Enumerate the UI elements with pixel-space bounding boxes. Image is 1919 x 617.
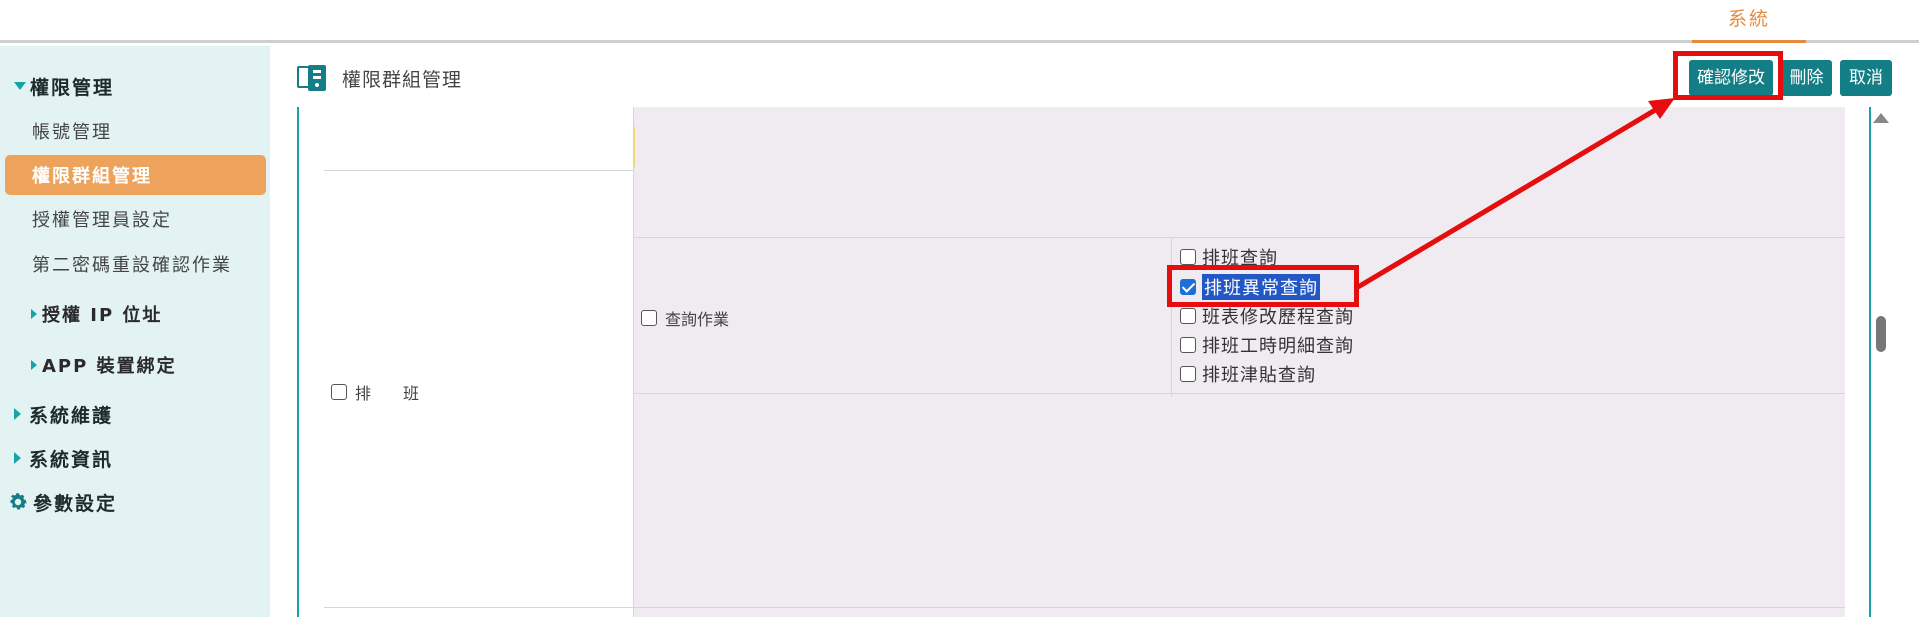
option-label: 班表修改歷程查詢 [1202, 307, 1354, 328]
sidebar-group-info[interactable]: 系統資訊 [14, 438, 113, 478]
sidebar-item-label: 權限管理 [30, 76, 115, 99]
sidebar-item-second-password[interactable]: 第二密碼重設確認作業 [32, 244, 232, 284]
cell-marker [633, 127, 635, 167]
chevron-right-icon [31, 360, 37, 370]
option-label: 排班異常查詢 [1202, 274, 1320, 300]
sidebar-item-permission-group[interactable]: 權限群組管理 [5, 155, 266, 195]
chevron-right-icon [31, 309, 37, 319]
option-checkbox[interactable] [1180, 308, 1196, 324]
scrollbar-thumb[interactable] [1876, 316, 1886, 352]
sidebar-item-app-device[interactable]: APP 裝置綁定 [31, 345, 177, 385]
function-row-query[interactable]: 查詢作業 [641, 306, 729, 330]
sidebar-group-permission[interactable]: 權限管理 [14, 66, 114, 106]
delete-button[interactable]: 刪除 [1781, 60, 1832, 96]
column-divider [633, 107, 634, 617]
permission-table [297, 107, 1871, 617]
sidebar-item-label: APP 裝置綁定 [42, 356, 177, 377]
sidebar-item-label: 系統資訊 [29, 448, 114, 471]
option-label: 排班津貼查詢 [1202, 365, 1316, 386]
row-divider [324, 607, 1845, 608]
option-work-hours-query[interactable]: 排班工時明細查詢 [1180, 332, 1354, 358]
chevron-right-icon [14, 408, 21, 420]
sidebar-item-label: 授權 IP 位址 [42, 305, 163, 326]
row-divider [633, 393, 1845, 394]
option-label: 排班工時明細查詢 [1202, 336, 1354, 357]
sidebar-item-label: 系統維護 [29, 404, 114, 427]
tab-system[interactable]: 系統 [1692, 6, 1806, 40]
column-divider [1171, 237, 1172, 397]
page-icon [297, 65, 326, 91]
sidebar: 權限管理 帳號管理 權限群組管理 授權管理員設定 第二密碼重設確認作業 授權 I… [0, 46, 270, 617]
page-title: 權限群組管理 [342, 68, 463, 91]
option-schedule-history-query[interactable]: 班表修改歷程查詢 [1180, 303, 1354, 329]
row-divider [324, 170, 633, 171]
option-allowance-query[interactable]: 排班津貼查詢 [1180, 361, 1316, 387]
sidebar-item-ip[interactable]: 授權 IP 位址 [31, 294, 162, 334]
sidebar-item-label: 第二密碼重設確認作業 [32, 255, 232, 276]
option-checkbox[interactable] [1180, 337, 1196, 353]
chevron-right-icon [14, 452, 21, 464]
cancel-button[interactable]: 取消 [1840, 60, 1892, 96]
sidebar-group-parameters[interactable]: 參數設定 [7, 482, 117, 522]
function-label: 查詢作業 [665, 310, 730, 329]
confirm-edit-button[interactable]: 確認修改 [1689, 60, 1773, 96]
sidebar-item-account[interactable]: 帳號管理 [32, 111, 112, 151]
tab-underline [1692, 40, 1806, 43]
top-bar: 系統 [0, 0, 1919, 43]
page-header: 權限群組管理 [296, 60, 462, 96]
scroll-up-icon[interactable] [1873, 113, 1889, 123]
row-divider [633, 237, 1845, 238]
gear-icon [10, 493, 27, 510]
option-checkbox[interactable] [1180, 249, 1196, 265]
panel-right-border [1869, 107, 1871, 617]
chevron-down-icon [14, 82, 26, 90]
sidebar-item-label: 授權管理員設定 [32, 210, 172, 231]
sidebar-group-maintenance[interactable]: 系統維護 [14, 394, 113, 434]
group-row-scheduling[interactable]: 排 班 [331, 380, 419, 404]
sidebar-item-label: 權限群組管理 [32, 166, 152, 187]
function-checkbox[interactable] [641, 310, 657, 326]
group-checkbox[interactable] [331, 384, 347, 400]
option-schedule-exception-query[interactable]: 排班異常查詢 [1180, 274, 1320, 300]
option-checkbox[interactable] [1180, 366, 1196, 382]
option-schedule-query[interactable]: 排班查詢 [1180, 244, 1278, 270]
sidebar-item-admin-setting[interactable]: 授權管理員設定 [32, 199, 172, 239]
sidebar-item-label: 參數設定 [33, 492, 118, 515]
sidebar-item-label: 帳號管理 [32, 122, 112, 143]
option-checkbox[interactable] [1180, 279, 1196, 295]
option-label: 排班查詢 [1202, 248, 1278, 269]
group-label: 排 班 [355, 384, 420, 403]
